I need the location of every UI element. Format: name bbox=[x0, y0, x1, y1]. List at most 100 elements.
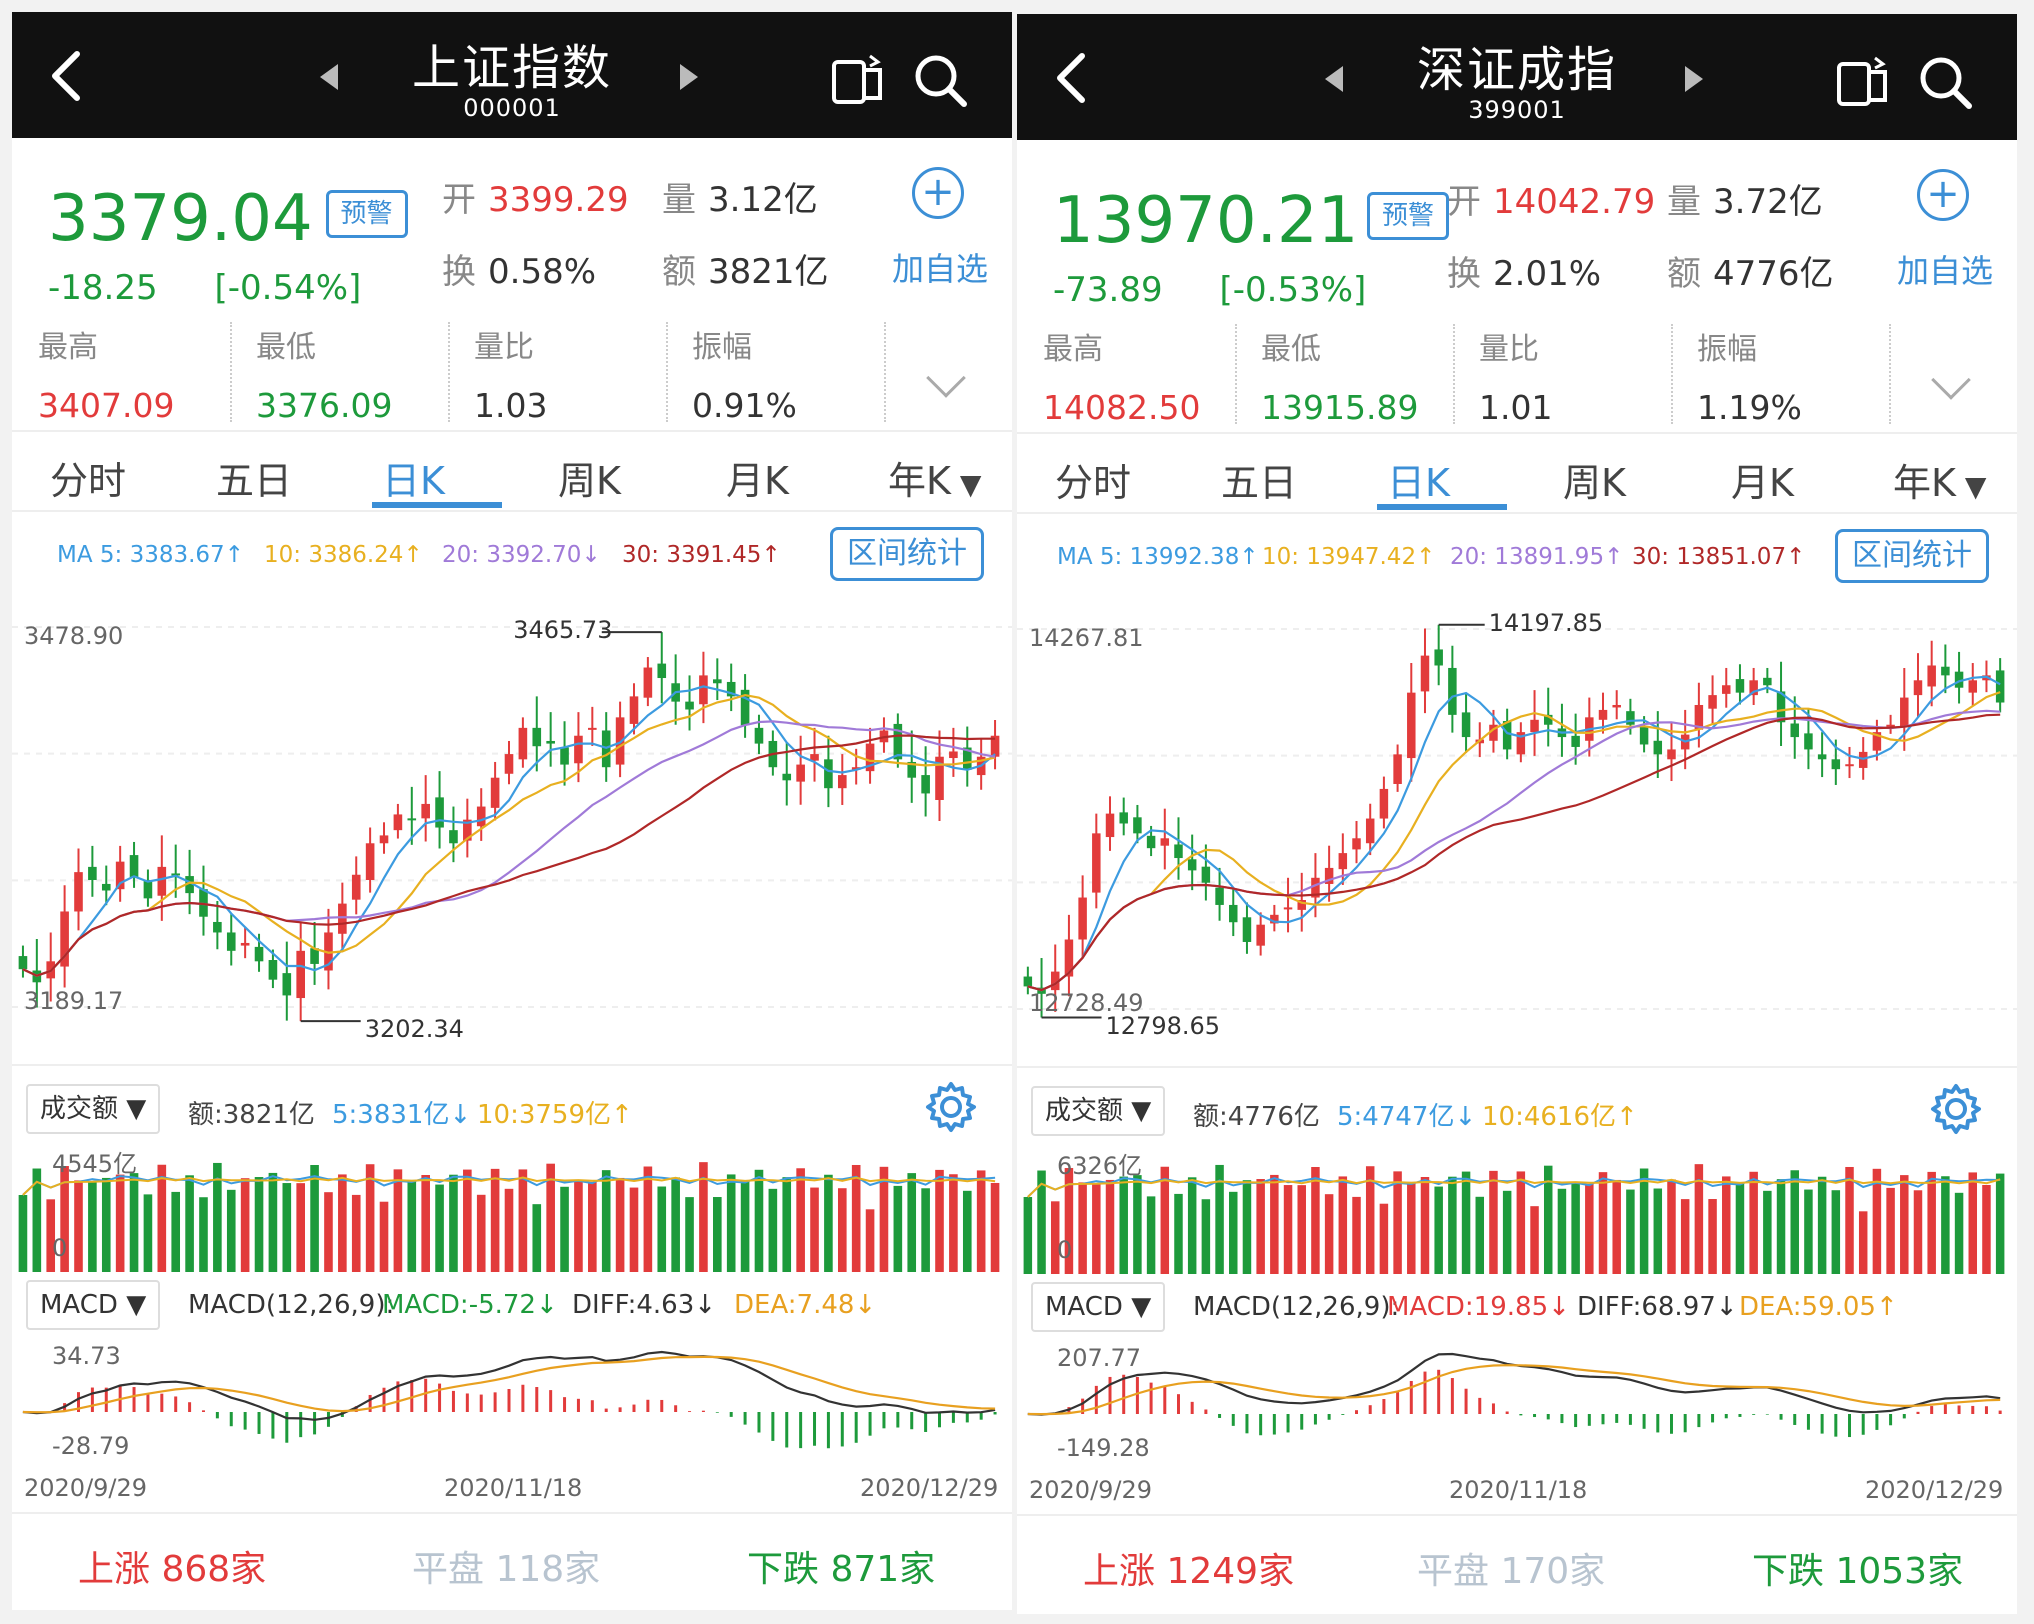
landscape-switch-icon[interactable] bbox=[830, 52, 886, 108]
candlestick-chart[interactable] bbox=[1017, 599, 2017, 1059]
candle-body bbox=[532, 727, 542, 747]
stat-label: 最高 bbox=[38, 330, 98, 365]
candle-body bbox=[588, 727, 597, 730]
volume-bar bbox=[310, 1165, 319, 1272]
tab-3[interactable]: 周K bbox=[1563, 452, 1626, 507]
volume-bar bbox=[1174, 1193, 1183, 1274]
next-index-icon[interactable] bbox=[680, 64, 698, 90]
price-alert-button[interactable]: 预警 bbox=[325, 190, 408, 238]
stat-value: 3376.09 bbox=[256, 386, 393, 425]
volume-indicator-dropdown[interactable]: 成交额 ▼ bbox=[1031, 1086, 1166, 1136]
candle-body bbox=[713, 679, 722, 684]
volume-bar bbox=[824, 1174, 833, 1272]
amount-field: 额 4776亿 bbox=[1667, 254, 1834, 294]
macd-axis-bottom: -28.79 bbox=[52, 1432, 130, 1460]
range-stats-button[interactable]: 区间统计 bbox=[830, 527, 984, 581]
settings-gear-icon[interactable] bbox=[1929, 1082, 1983, 1136]
tab-0[interactable]: 分时 bbox=[1055, 452, 1131, 507]
candle-body bbox=[1119, 812, 1128, 824]
tab-4[interactable]: 月K bbox=[1731, 452, 1794, 507]
volume-bar bbox=[601, 1170, 611, 1272]
volume-bar bbox=[1968, 1172, 1978, 1274]
add-watchlist-icon[interactable]: + bbox=[912, 167, 964, 219]
tab-2[interactable]: 日K bbox=[382, 450, 445, 505]
search-icon[interactable] bbox=[912, 52, 968, 108]
volume-bar bbox=[671, 1177, 680, 1272]
settings-gear-icon[interactable] bbox=[924, 1080, 978, 1134]
date-end: 2020/12/29 bbox=[860, 1474, 999, 1502]
volume-bar bbox=[726, 1174, 736, 1272]
volume-bar bbox=[1626, 1189, 1635, 1274]
period-low-label: 12798.65 bbox=[1105, 1011, 1221, 1040]
volume-bar bbox=[1667, 1179, 1676, 1274]
landscape-switch-icon[interactable] bbox=[1835, 54, 1891, 110]
tab-0[interactable]: 分时 bbox=[50, 450, 126, 505]
volume-bar bbox=[1954, 1192, 1964, 1274]
volume-bar bbox=[407, 1179, 417, 1272]
candle-body bbox=[282, 973, 292, 996]
amount-value: 4776亿 bbox=[1713, 254, 1834, 294]
candle-body bbox=[824, 759, 833, 789]
advancers-count: 上涨 1249家 bbox=[1083, 1551, 1295, 1592]
year-dropdown-icon: ▼ bbox=[950, 468, 982, 501]
candle-body bbox=[379, 835, 389, 844]
stat-2: 量比 1.01 bbox=[1479, 324, 1553, 427]
tab-5[interactable]: 年K ▼ bbox=[888, 450, 981, 505]
candle-body bbox=[1995, 670, 2005, 703]
add-watchlist-label[interactable]: 加自选 bbox=[1897, 246, 1993, 292]
tab-1[interactable]: 五日 bbox=[216, 450, 292, 505]
stat-0: 最高 14082.50 bbox=[1043, 324, 1200, 427]
expand-chevron-icon[interactable] bbox=[926, 358, 966, 398]
volume-bar bbox=[1270, 1174, 1279, 1274]
volume-bar bbox=[393, 1169, 403, 1272]
volume-bar bbox=[1119, 1176, 1128, 1274]
volume-ma10-label: 10:4616亿↑ bbox=[1482, 1102, 1638, 1132]
expand-chevron-icon[interactable] bbox=[1931, 360, 1971, 400]
volume-bar bbox=[282, 1183, 292, 1272]
search-icon[interactable] bbox=[1917, 54, 1973, 110]
ma-label-3: 30: 3391.45↑ bbox=[622, 542, 781, 568]
macd-indicator-dropdown[interactable]: MACD ▼ bbox=[26, 1280, 161, 1330]
volume-bar bbox=[1297, 1185, 1306, 1274]
volume-indicator-dropdown[interactable]: 成交额 ▼ bbox=[26, 1084, 161, 1134]
candle-body bbox=[1242, 917, 1252, 942]
volume-bar bbox=[143, 1194, 153, 1272]
tab-1[interactable]: 五日 bbox=[1221, 452, 1297, 507]
candlestick-chart[interactable] bbox=[12, 597, 1012, 1057]
candle-body bbox=[685, 701, 694, 710]
volume-bar bbox=[949, 1174, 958, 1272]
candle-body bbox=[1722, 685, 1731, 694]
candle-body bbox=[1092, 833, 1101, 893]
volume-bar bbox=[782, 1177, 792, 1272]
tab-2[interactable]: 日K bbox=[1387, 452, 1450, 507]
price-alert-button[interactable]: 预警 bbox=[1367, 192, 1450, 240]
candle-body bbox=[657, 663, 667, 679]
tab-4[interactable]: 月K bbox=[726, 450, 789, 505]
volume-field: 量 3.12亿 bbox=[662, 180, 818, 220]
next-index-icon[interactable] bbox=[1685, 66, 1703, 92]
candle-body bbox=[1174, 844, 1183, 859]
stat-0: 最高 3407.09 bbox=[38, 322, 174, 425]
period-low-label: 3202.34 bbox=[364, 1015, 464, 1044]
diff-value-label: DIFF:68.97↓ bbox=[1577, 1292, 1738, 1322]
volume-bar bbox=[560, 1186, 569, 1272]
macd-indicator-dropdown[interactable]: MACD ▼ bbox=[1031, 1282, 1166, 1332]
candle-body bbox=[518, 727, 528, 760]
add-watchlist-label[interactable]: 加自选 bbox=[892, 244, 988, 290]
candle-body bbox=[1708, 695, 1717, 709]
range-stats-button[interactable]: 区间统计 bbox=[1835, 529, 1989, 583]
candle-body bbox=[837, 775, 847, 789]
ma-label-3: 30: 13851.07↑ bbox=[1632, 544, 1806, 570]
candle-body bbox=[296, 950, 305, 999]
stat-value: 1.01 bbox=[1479, 388, 1553, 427]
stat-value: 0.91% bbox=[692, 386, 797, 425]
volume-bar bbox=[504, 1188, 514, 1272]
volume-bar bbox=[837, 1188, 847, 1272]
volume-bar bbox=[990, 1182, 1000, 1272]
candle-body bbox=[1078, 897, 1087, 940]
tab-3[interactable]: 周K bbox=[558, 450, 621, 505]
candle-body bbox=[1133, 817, 1142, 834]
unchanged-count: 平盘 118家 bbox=[412, 1549, 601, 1590]
tab-5[interactable]: 年K ▼ bbox=[1893, 452, 1986, 507]
add-watchlist-icon[interactable]: + bbox=[1917, 169, 1969, 221]
